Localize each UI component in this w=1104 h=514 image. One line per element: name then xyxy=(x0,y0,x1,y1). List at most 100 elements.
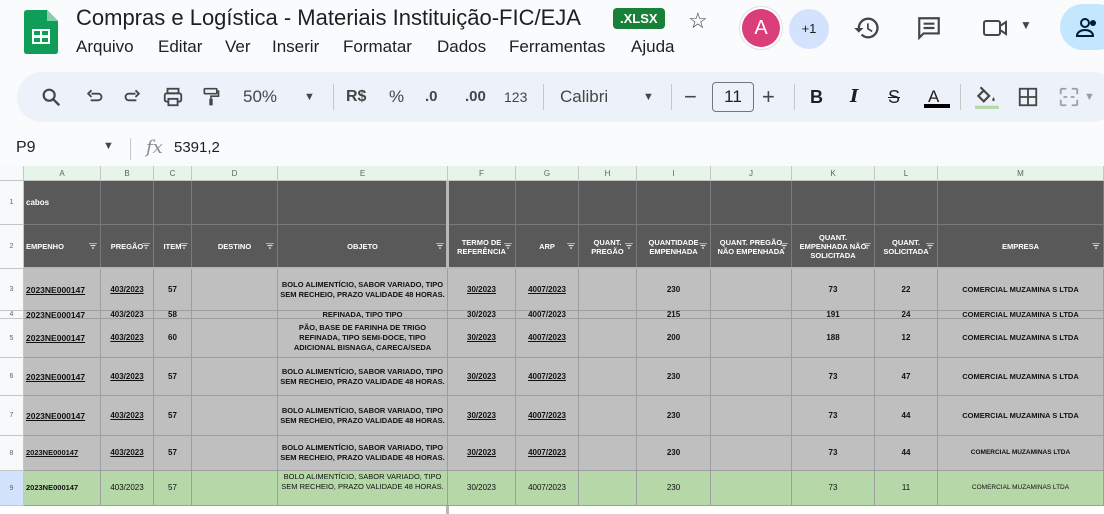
header-cell-blank[interactable] xyxy=(579,181,637,225)
cell-empenho[interactable]: 2023NE000147 xyxy=(24,269,101,311)
cell-item[interactable]: 57 xyxy=(154,471,192,506)
number-format-button[interactable]: 123 xyxy=(504,72,527,122)
name-box-chevron-down-icon[interactable]: ▼ xyxy=(103,140,114,152)
header-arp[interactable]: ARP xyxy=(516,225,579,269)
filter-icon[interactable] xyxy=(142,242,150,249)
percent-format-button[interactable]: % xyxy=(389,72,404,122)
cell-arp[interactable]: 4007/2023 xyxy=(516,319,579,358)
cell-destino[interactable] xyxy=(192,269,278,311)
cell-quant-empenhada-nao-solicitada[interactable]: 73 xyxy=(792,269,875,311)
history-icon[interactable] xyxy=(853,14,881,42)
cell-quant-pregao[interactable] xyxy=(579,269,637,311)
column-header-e[interactable]: E xyxy=(278,166,448,181)
star-icon[interactable]: ☆ xyxy=(688,8,708,34)
filter-icon[interactable] xyxy=(780,242,788,249)
cell-empresa[interactable]: COMERCIAL MUZAMINA S LTDA xyxy=(938,311,1104,319)
cell-destino[interactable] xyxy=(192,396,278,436)
row-header[interactable]: 7 xyxy=(0,396,24,436)
formula-input[interactable]: 5391,2 xyxy=(174,139,220,156)
cell-quantidade-empenhada[interactable]: 200 xyxy=(637,319,711,358)
cell-quant-pregao[interactable] xyxy=(579,396,637,436)
menu-arquivo[interactable]: Arquivo xyxy=(76,37,134,57)
cell-quant-pregao-nao-empenhada[interactable] xyxy=(711,358,792,396)
header-objeto[interactable]: OBJETO xyxy=(278,225,448,269)
cell-item[interactable]: 58 xyxy=(154,311,192,319)
cell-empenho[interactable]: 2023NE000147 xyxy=(24,471,101,506)
borders-icon[interactable] xyxy=(1017,86,1039,108)
header-item[interactable]: ITEM xyxy=(154,225,192,269)
cell-empresa[interactable]: COMERCIAL MUZAMINA S LTDA xyxy=(938,319,1104,358)
cell-quant-solicitada[interactable]: 11 xyxy=(875,471,938,506)
cell-destino[interactable] xyxy=(192,471,278,506)
cell-objeto[interactable]: BOLO ALIMENTÍCIO, SABOR VARIADO, TIPO SE… xyxy=(278,471,448,506)
cabos-label[interactable]: cabos xyxy=(24,181,101,225)
avatar[interactable]: A xyxy=(742,9,780,47)
cell-quant-solicitada[interactable]: 22 xyxy=(875,269,938,311)
column-header-d[interactable]: D xyxy=(192,166,278,181)
row-header[interactable]: 8 xyxy=(0,436,24,471)
cell-arp[interactable]: 4007/2023 xyxy=(516,436,579,471)
strikethrough-icon[interactable]: S xyxy=(888,72,900,122)
search-icon[interactable] xyxy=(40,86,62,108)
comment-icon[interactable] xyxy=(916,15,942,41)
chevron-down-icon[interactable]: ▼ xyxy=(1020,18,1032,32)
cell-quant-pregao-nao-empenhada[interactable] xyxy=(711,471,792,506)
header-quant-pregao[interactable]: QUANT. PREGÃO xyxy=(579,225,637,269)
cell-pregao[interactable]: 403/2023 xyxy=(101,471,154,506)
row-header[interactable]: 9 xyxy=(0,471,24,506)
filter-icon[interactable] xyxy=(567,242,575,249)
header-cell-blank[interactable] xyxy=(637,181,711,225)
header-cell-blank[interactable] xyxy=(711,181,792,225)
share-button[interactable] xyxy=(1060,4,1104,50)
filter-icon[interactable] xyxy=(699,242,707,249)
cell-pregao[interactable]: 403/2023 xyxy=(101,269,154,311)
header-quantidade-empenhada[interactable]: QUANTIDADE EMPENHADA xyxy=(637,225,711,269)
text-color-icon[interactable]: A xyxy=(928,72,939,122)
cell-quant-pregao[interactable] xyxy=(579,471,637,506)
filter-icon[interactable] xyxy=(926,242,934,249)
column-header-i[interactable]: I xyxy=(637,166,711,181)
cell-item[interactable]: 60 xyxy=(154,319,192,358)
cell-empresa[interactable]: COMERCIAL MUZAMINA S LTDA xyxy=(938,358,1104,396)
cell-objeto[interactable]: BOLO ALIMENTÍCIO, SABOR VARIADO, TIPO SE… xyxy=(278,269,448,311)
menu-ver[interactable]: Ver xyxy=(225,37,251,57)
currency-format-button[interactable]: R$ xyxy=(346,72,366,122)
cell-pregao[interactable]: 403/2023 xyxy=(101,396,154,436)
header-cell-blank[interactable] xyxy=(101,181,154,225)
filter-icon[interactable] xyxy=(266,242,274,249)
column-header-k[interactable]: K xyxy=(792,166,875,181)
font-select[interactable]: Calibri xyxy=(560,72,608,122)
cell-empresa[interactable]: COMERCIAL MUZAMINAS LTDA xyxy=(938,436,1104,471)
decrease-font-size-icon[interactable]: − xyxy=(684,72,697,122)
select-all-corner[interactable] xyxy=(0,166,24,181)
cell-quant-pregao[interactable] xyxy=(579,319,637,358)
cell-item[interactable]: 57 xyxy=(154,396,192,436)
cell-quant-pregao[interactable] xyxy=(579,436,637,471)
cell-arp[interactable]: 4007/2023 xyxy=(516,269,579,311)
cell-empenho[interactable]: 2023NE000147 xyxy=(24,319,101,358)
font-chevron-down-icon[interactable]: ▼ xyxy=(643,72,654,122)
cell-quant-pregao-nao-empenhada[interactable] xyxy=(711,311,792,319)
cell-quant-pregao[interactable] xyxy=(579,358,637,396)
header-quant-solicitada[interactable]: QUANT. SOLICITADA xyxy=(875,225,938,269)
spreadsheet-grid[interactable]: A B C D E F G H I J K L M 1 2 3 4 5 6 7 8 9 cabos EMPENHO PREGÃO… xyxy=(0,166,1104,514)
header-cell-blank[interactable] xyxy=(938,181,1104,225)
cell-quantidade-empenhada[interactable]: 230 xyxy=(637,358,711,396)
cell-pregao[interactable]: 403/2023 xyxy=(101,311,154,319)
cell-termo-referencia[interactable]: 30/2023 xyxy=(448,311,516,319)
fill-color-icon[interactable] xyxy=(974,84,1000,110)
cell-item[interactable]: 57 xyxy=(154,436,192,471)
cell-quant-pregao[interactable] xyxy=(579,311,637,319)
cell-objeto[interactable]: BOLO ALIMENTÍCIO, SABOR VARIADO, TIPO SE… xyxy=(278,358,448,396)
cell-termo-referencia[interactable]: 30/2023 xyxy=(448,396,516,436)
filter-icon[interactable] xyxy=(180,242,188,249)
cell-item[interactable]: 57 xyxy=(154,269,192,311)
column-header-b[interactable]: B xyxy=(101,166,154,181)
column-header-f[interactable]: F xyxy=(448,166,516,181)
column-header-c[interactable]: C xyxy=(154,166,192,181)
header-quant-pregao-nao-empenhada[interactable]: QUANT. PREGÃO NÃO EMPENHADA xyxy=(711,225,792,269)
header-empresa[interactable]: EMPRESA xyxy=(938,225,1104,269)
merge-chevron-down-icon[interactable]: ▼ xyxy=(1084,72,1095,122)
cell-empenho[interactable]: 2023NE000147 xyxy=(24,358,101,396)
cell-quant-empenhada-nao-solicitada[interactable]: 73 xyxy=(792,358,875,396)
